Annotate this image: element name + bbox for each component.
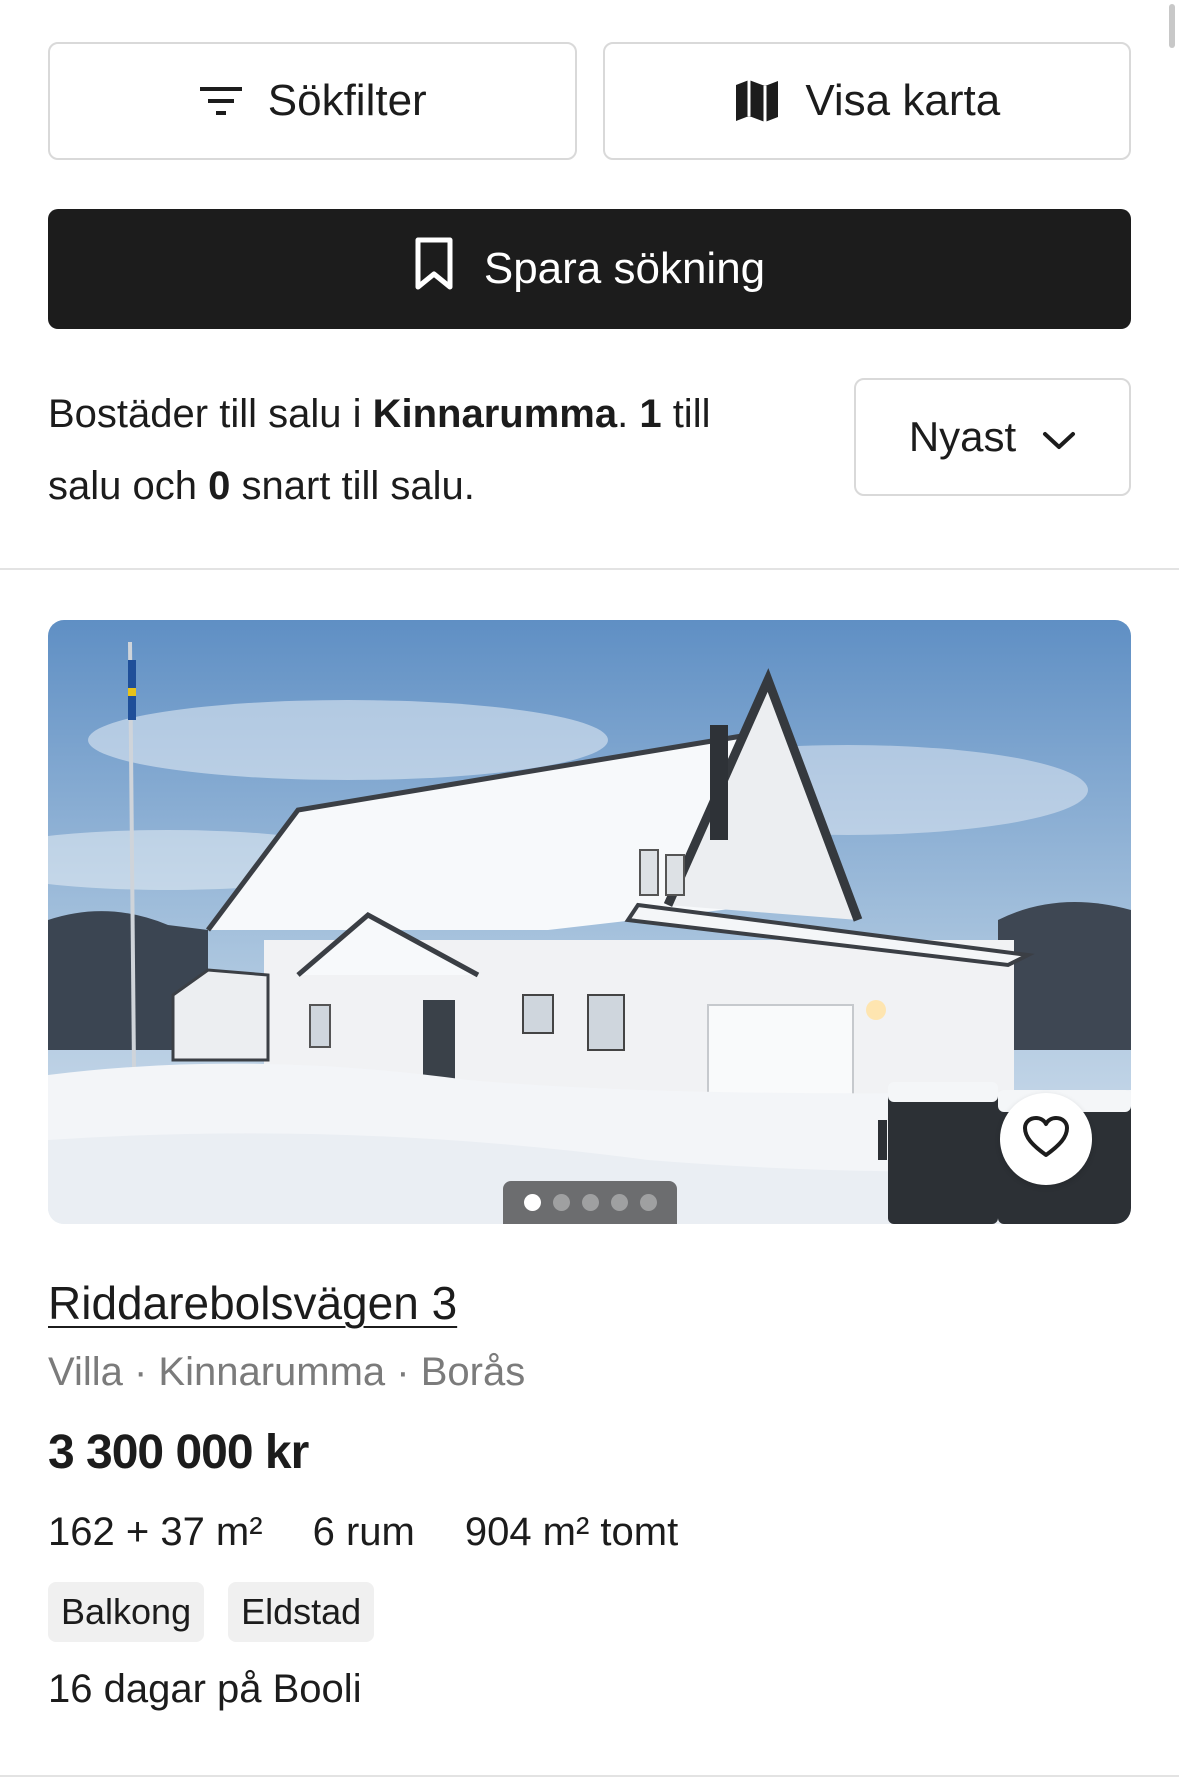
pagination-dot[interactable] [581,1194,599,1211]
listing-meta: Villa · Kinnarumma · Borås [48,1350,526,1394]
save-search-label: Spara sökning [483,244,766,293]
image-pagination[interactable] [503,1181,677,1224]
divider [0,1775,1179,1777]
living-area: 162 + 37 m² [48,1510,263,1554]
top-toolbar: Sökfilter Visa karta [48,42,1131,160]
search-filter-button[interactable]: Sökfilter [48,42,577,160]
tag-balcony: Balkong [48,1582,205,1642]
search-filter-label: Sökfilter [267,76,427,125]
listing-address-link[interactable]: Riddarebolsvägen 3 [48,1276,457,1330]
listing-facts: 162 + 37 m² 6 rum 904 m² tomt [48,1510,678,1555]
area-name: Kinnarumma [372,392,618,436]
sort-selected-label: Nyast [908,413,1017,460]
results-summary: Bostäder till salu i Kinnarumma. 1 till … [48,392,711,508]
for-sale-count: 1 [639,392,662,436]
favorite-button[interactable] [1000,1093,1092,1185]
pagination-dot[interactable] [523,1194,541,1211]
tag-fireplace: Eldstad [228,1582,375,1642]
sort-dropdown[interactable]: Nyast [854,378,1131,496]
chevron-down-icon [1042,413,1076,461]
pagination-dot[interactable] [610,1194,628,1211]
save-search-button[interactable]: Spara sökning [48,209,1131,329]
listing-photo[interactable] [48,620,1131,1224]
filter-icon [198,83,244,119]
pagination-dot[interactable] [552,1194,570,1211]
pagination-dot[interactable] [639,1194,657,1211]
scrollbar[interactable] [1169,4,1175,48]
map-icon [733,77,781,125]
show-map-button[interactable]: Visa karta [602,42,1131,160]
listing-price: 3 300 000 kr [48,1426,309,1479]
bookmark-icon [414,237,454,302]
divider [0,568,1179,570]
days-on-site: 16 dagar på Booli [48,1667,362,1711]
show-map-label: Visa karta [805,76,1001,125]
listing-tags: Balkong Eldstad [48,1582,375,1642]
heart-icon [1022,1115,1070,1164]
plot-size: 904 m² tomt [464,1510,679,1554]
room-count: 6 rum [312,1510,415,1554]
coming-soon-count: 0 [208,464,231,508]
